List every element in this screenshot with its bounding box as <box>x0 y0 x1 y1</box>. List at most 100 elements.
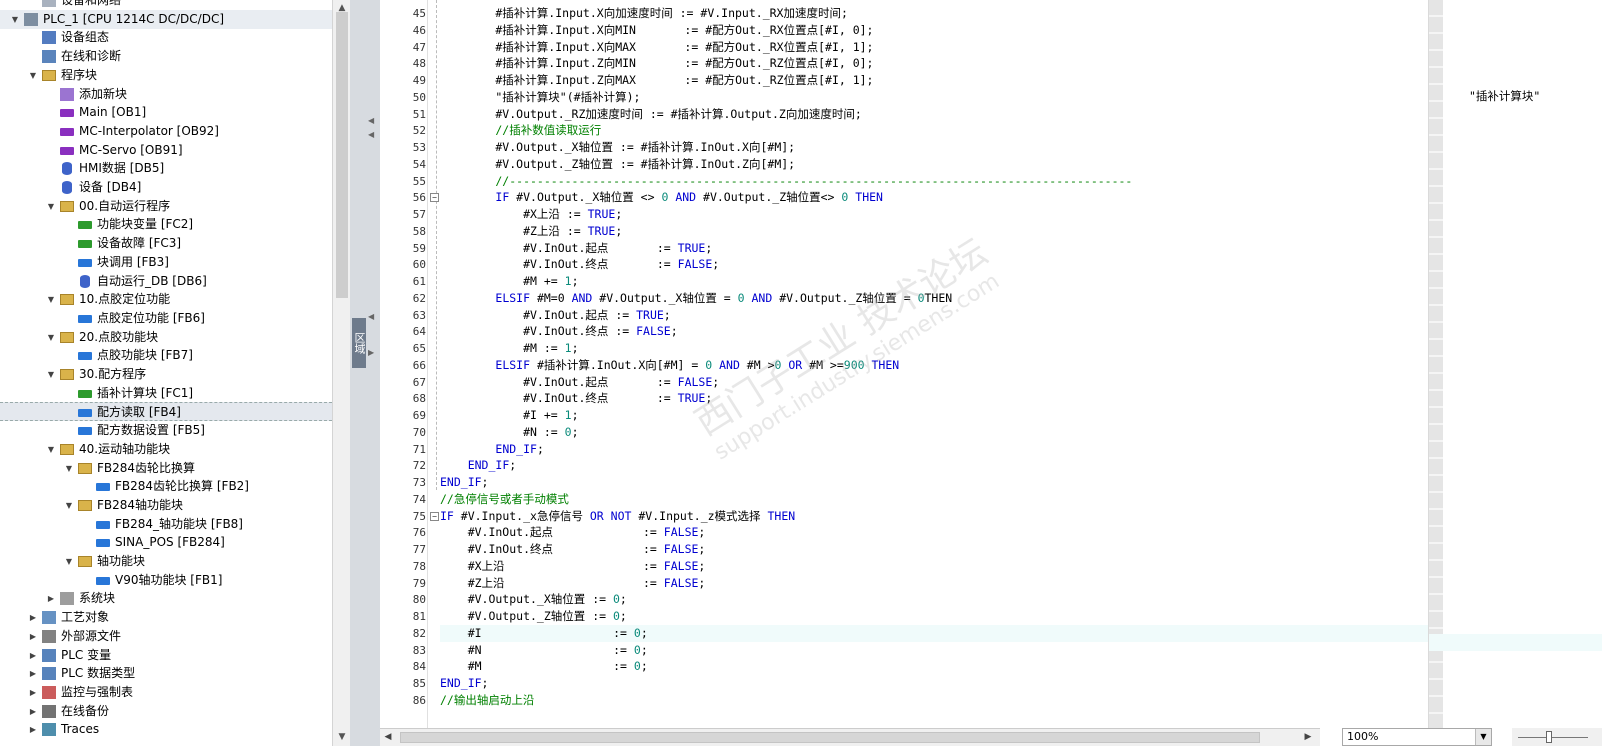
tree-item[interactable]: HMI数据 [DB5] <box>0 159 332 178</box>
tree-item[interactable]: ▼ FB284齿轮比换算 <box>0 459 332 478</box>
scrollbar-thumb[interactable] <box>336 12 348 298</box>
code-line[interactable]: #插补计算.Input.Z向MAX := #配方Out._RZ位置点[#I, 1… <box>440 72 873 89</box>
code-line[interactable]: END_IF; <box>440 457 516 474</box>
expand-open-icon[interactable]: ▼ <box>46 365 56 384</box>
code-line[interactable]: #Z上沿 := FALSE; <box>440 575 706 592</box>
tree-item[interactable]: SINA_POS [FB284] <box>0 533 332 552</box>
tree-item[interactable]: FB284_轴功能块 [FB8] <box>0 515 332 534</box>
tree-item[interactable]: ▶ 监控与强制表 <box>0 683 332 702</box>
code-line[interactable]: #I += 1; <box>440 407 578 424</box>
panel-splitter[interactable]: ◀ ◀ 区域 ◀ ▶ <box>350 0 380 746</box>
tree-item[interactable]: ▼ 20.点胶功能块 <box>0 328 332 347</box>
code-line[interactable]: #V.InOut.起点 := FALSE; <box>440 374 719 391</box>
tree-item[interactable]: ▶ PLC 数据类型 <box>0 664 332 683</box>
expand-open-icon[interactable]: ▼ <box>64 552 74 571</box>
expand-open-icon[interactable]: ▼ <box>46 328 56 347</box>
expand-open-icon[interactable]: ▼ <box>28 66 38 85</box>
scl-code-editor[interactable]: #插补计算.Input.X向加速度时间 := #V.Input._RX加速度时间… <box>440 0 1428 728</box>
tree-item[interactable]: 点胶定位功能 [FB6] <box>0 309 332 328</box>
tree-item[interactable]: ▶ 系统块 <box>0 589 332 608</box>
code-line[interactable]: "插补计算块"(#插补计算); <box>440 89 640 106</box>
tree-item[interactable]: ▼ 00.自动运行程序 <box>0 197 332 216</box>
code-line[interactable]: #V.InOut.终点 := FALSE; <box>440 323 678 340</box>
code-line[interactable]: ELSIF #M=0 AND #V.Output._X轴位置 = 0 AND #… <box>440 290 952 307</box>
tree-item[interactable]: ▼ PLC_1 [CPU 1214C DC/DC/DC] <box>0 9 332 29</box>
fold-toggle-icon[interactable]: − <box>430 511 439 521</box>
tree-item[interactable]: ▼ 10.点胶定位功能 <box>0 290 332 309</box>
code-line[interactable]: #V.InOut.终点 := FALSE; <box>440 541 706 558</box>
code-line[interactable]: //急停信号或者手动模式 <box>440 491 569 508</box>
tree-item[interactable]: ▼ FB284轴功能块 <box>0 496 332 515</box>
code-line[interactable]: #Z上沿 := TRUE; <box>440 223 622 240</box>
tree-item[interactable]: ▼ 30.配方程序 <box>0 365 332 384</box>
expand-open-icon[interactable]: ▼ <box>10 10 20 29</box>
code-line[interactable]: #V.Output._Z轴位置 := 0; <box>440 608 627 625</box>
tree-item[interactable]: ▶ PLC 变量 <box>0 646 332 665</box>
code-line[interactable]: IF #V.Input._x急停信号 OR NOT #V.Input._z模式选… <box>440 508 795 525</box>
code-line[interactable]: END_IF; <box>440 675 488 692</box>
code-line[interactable]: #V.InOut.终点 := FALSE; <box>440 256 719 273</box>
zoom-select[interactable]: 100% ▼ <box>1342 728 1492 746</box>
code-line[interactable]: #M += 1; <box>440 273 578 290</box>
expand-closed-icon[interactable]: ▶ <box>28 627 38 646</box>
tree-item[interactable]: ▼ 程序块 <box>0 66 332 85</box>
code-line[interactable]: ELSIF #插补计算.InOut.X向[#M] = 0 AND #M >0 O… <box>440 357 899 374</box>
tree-item[interactable]: Main [OB1] <box>0 103 332 122</box>
expand-closed-icon[interactable]: ▶ <box>28 683 38 702</box>
project-tree-scrollbar[interactable]: ▲ ▼ <box>332 0 350 746</box>
tree-item[interactable]: 设备 [DB4] <box>0 178 332 197</box>
tree-item[interactable]: 添加新块 <box>0 85 332 104</box>
tree-item[interactable]: MC-Servo [OB91] <box>0 141 332 160</box>
tree-item[interactable]: ▶ 工艺对象 <box>0 608 332 627</box>
tree-item[interactable]: 配方读取 [FB4] <box>0 402 332 422</box>
code-line[interactable]: #M := 1; <box>440 340 578 357</box>
code-line[interactable]: //插补数值读取运行 <box>440 122 601 139</box>
tree-item[interactable]: 设备故障 [FC3] <box>0 234 332 253</box>
tree-item[interactable]: 插补计算块 [FC1] <box>0 384 332 403</box>
expand-closed-icon[interactable]: ▶ <box>28 702 38 721</box>
expand-open-icon[interactable]: ▼ <box>46 290 56 309</box>
code-line[interactable]: //--------------------------------------… <box>440 173 1132 190</box>
expand-open-icon[interactable]: ▼ <box>46 440 56 459</box>
code-line[interactable]: #V.Output._RZ加速度时间 := #插补计算.Output.Z向加速度… <box>440 106 861 123</box>
expand-open-icon[interactable]: ▼ <box>46 197 56 216</box>
tree-item[interactable]: 功能块变量 [FC2] <box>0 215 332 234</box>
tree-item[interactable]: ▼ 40.运动轴功能块 <box>0 440 332 459</box>
code-line[interactable]: #V.Output._X轴位置 := #插补计算.InOut.X向[#M]; <box>440 139 795 156</box>
tree-item[interactable]: V90轴功能块 [FB1] <box>0 571 332 590</box>
code-line[interactable]: #插补计算.Input.X向加速度时间 := #V.Input._RX加速度时间… <box>440 5 848 22</box>
code-line[interactable]: #V.Output._X轴位置 := 0; <box>440 591 627 608</box>
scroll-right-button[interactable]: ▶ <box>1300 729 1316 746</box>
code-line[interactable]: #X上沿 := TRUE; <box>440 206 622 223</box>
tree-item[interactable]: 点胶功能块 [FB7] <box>0 346 332 365</box>
code-line[interactable]: #V.Output._Z轴位置 := #插补计算.InOut.Z向[#M]; <box>440 156 795 173</box>
expand-closed-icon[interactable]: ▶ <box>28 720 38 739</box>
collapse-area-tab[interactable]: 区域 <box>352 318 366 368</box>
code-line[interactable]: #N := 0; <box>440 424 578 441</box>
tree-item[interactable]: 设备组态 <box>0 28 332 47</box>
tree-item[interactable]: FB284齿轮比换算 [FB2] <box>0 477 332 496</box>
zoom-slider-knob[interactable] <box>1546 731 1552 743</box>
tree-item[interactable]: MC-Interpolator [OB92] <box>0 122 332 141</box>
zoom-slider[interactable] <box>1512 728 1602 746</box>
code-line[interactable]: IF #V.Output._X轴位置 <> 0 AND #V.Output._Z… <box>440 189 883 206</box>
code-line[interactable]: #M := 0; <box>440 658 648 675</box>
expand-closed-icon[interactable]: ▶ <box>46 589 56 608</box>
code-line[interactable]: #插补计算.Input.X向MIN := #配方Out._RX位置点[#I, 0… <box>440 22 873 39</box>
tree-item[interactable]: 自动运行_DB [DB6] <box>0 272 332 291</box>
scroll-left-button[interactable]: ◀ <box>380 729 396 746</box>
code-line[interactable]: #V.InOut.起点 := TRUE; <box>440 240 712 257</box>
code-line[interactable]: #N := 0; <box>440 642 648 659</box>
chevron-down-icon[interactable]: ▼ <box>1475 729 1491 745</box>
code-line[interactable]: #V.InOut.起点 := TRUE; <box>440 307 671 324</box>
code-line[interactable]: #V.InOut.终点 := TRUE; <box>440 390 712 407</box>
code-line[interactable]: #I := 0; <box>440 624 1428 642</box>
fold-toggle-icon[interactable]: − <box>430 193 439 203</box>
hscroll-thumb[interactable] <box>400 732 1260 743</box>
expand-open-icon[interactable]: ▼ <box>64 496 74 515</box>
code-line[interactable]: END_IF; <box>440 474 488 491</box>
tree-item[interactable]: ▶ Traces <box>0 720 332 739</box>
code-line[interactable]: END_IF; <box>440 441 543 458</box>
tree-item[interactable]: 块调用 [FB3] <box>0 253 332 272</box>
expand-closed-icon[interactable]: ▶ <box>28 646 38 665</box>
